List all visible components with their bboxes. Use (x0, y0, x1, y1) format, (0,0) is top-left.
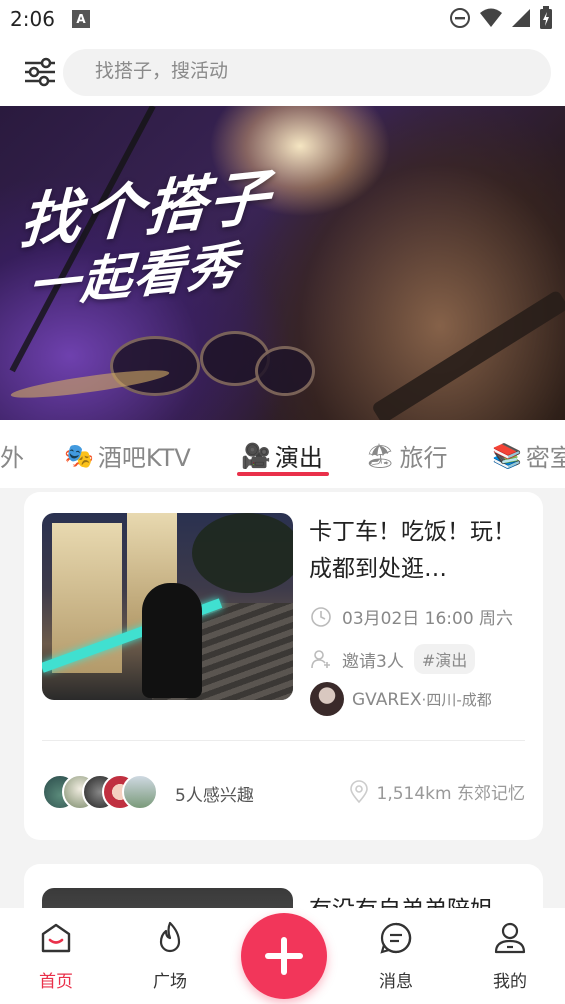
tree-shape (192, 513, 293, 593)
nav-home[interactable]: 首页 (16, 920, 96, 992)
datetime-row: 03月02日 16:00 周六 (310, 604, 513, 629)
search-bar[interactable] (63, 49, 551, 96)
nav-mine[interactable]: 我的 (470, 920, 550, 992)
active-tab-indicator (237, 472, 329, 476)
add-person-icon (311, 650, 330, 669)
avatar (122, 774, 158, 810)
bottom-nav: 首页 广场 消息 我的 (0, 908, 565, 1004)
do-not-disturb-icon (450, 8, 470, 28)
guitar-shape (370, 289, 565, 420)
battery-icon (540, 6, 552, 29)
nav-mine-label: 我的 (493, 972, 527, 992)
category-tabs: 外 🎭 酒吧KTV 🎥 演出 🏖 旅行 📚 密室 (0, 420, 565, 488)
activity-photo[interactable] (42, 513, 293, 700)
plus-icon (281, 937, 287, 975)
signal-icon (512, 9, 530, 27)
nav-messages-label: 消息 (379, 972, 413, 992)
wifi-icon (480, 8, 502, 27)
message-icon (380, 922, 412, 954)
filter-icon[interactable] (22, 54, 58, 90)
flame-icon (159, 921, 181, 953)
nav-plaza-label: 广场 (153, 972, 187, 992)
status-bar: 2:06 A (0, 0, 565, 38)
theater-masks-icon: 🎭 (64, 441, 94, 470)
create-activity-button[interactable] (241, 913, 327, 999)
location-pin-icon (349, 779, 368, 803)
tab-bar-ktv[interactable]: 🎭 酒吧KTV (64, 438, 191, 473)
nav-messages[interactable]: 消息 (356, 920, 436, 992)
status-icons (449, 6, 553, 30)
clock-icon (311, 606, 331, 627)
user-icon (494, 922, 526, 954)
author-name: GVAREX·四川-成都 (352, 689, 492, 710)
invite-row: 邀请3人 #演出 (310, 644, 476, 674)
tab-label: 酒吧KTV (97, 444, 191, 472)
activity-title: 卡丁车！吃饭！玩！成都到处逛… (309, 519, 516, 582)
search-input[interactable] (95, 60, 515, 82)
activity-datetime: 03月02日 16:00 周六 (342, 609, 514, 629)
location-row[interactable]: 1,514km 东郊记忆 (349, 779, 525, 804)
interest-count: 5人感兴趣 (175, 786, 254, 806)
tab-label: 外 (0, 444, 24, 472)
activity-card[interactable]: 卡丁车！吃饭！玩！成都到处逛… 03月02日 16:00 周六 邀请3人 #演出… (24, 492, 543, 840)
promo-banner[interactable]: 找个搭子 一起看秀 (0, 106, 565, 420)
tab-label: 旅行 (399, 444, 448, 472)
tab-label: 演出 (274, 444, 323, 472)
interested-avatars[interactable] (42, 774, 162, 810)
tab-performance[interactable]: 🎥 演出 (241, 438, 323, 473)
tab-escape-room[interactable]: 📚 密室 (492, 438, 565, 473)
category-tag[interactable]: #演出 (413, 644, 476, 674)
tab-outdoor[interactable]: 外 (0, 438, 24, 473)
author-row[interactable]: GVAREX·四川-成都 (310, 682, 492, 716)
tab-travel[interactable]: 🏖 旅行 (365, 438, 447, 473)
beach-umbrella-icon: 🏖 (365, 441, 396, 470)
nav-home-label: 首页 (39, 972, 73, 992)
status-time: 2:06 (10, 7, 55, 31)
nav-plaza[interactable]: 广场 (130, 920, 210, 992)
person-silhouette (142, 583, 202, 698)
card-divider (42, 740, 525, 741)
books-icon: 📚 (492, 441, 522, 470)
tab-label: 密室 (525, 444, 565, 472)
drum-shape (255, 346, 315, 396)
drum-shape (110, 336, 200, 396)
location-text: 1,514km 东郊记忆 (376, 784, 525, 804)
notification-a-icon: A (72, 10, 90, 28)
top-header (0, 38, 565, 106)
author-avatar[interactable] (310, 682, 344, 716)
invite-count: 邀请3人 (342, 651, 404, 672)
film-camera-icon: 🎥 (241, 441, 271, 470)
home-icon (41, 923, 71, 953)
